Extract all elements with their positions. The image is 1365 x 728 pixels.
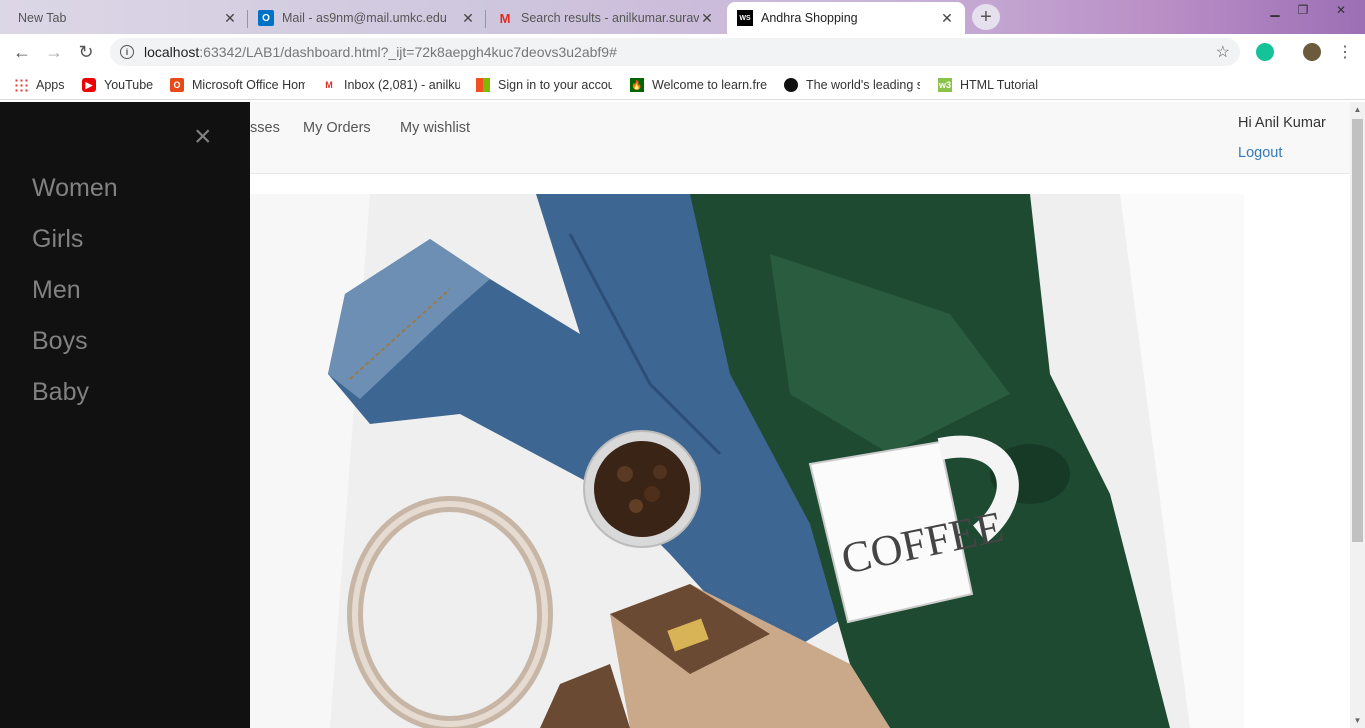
outlook-icon: O (258, 10, 274, 26)
bookmark-label: Sign in to your accou (498, 78, 612, 92)
close-icon[interactable]: ✕ (939, 10, 955, 27)
scrollbar-thumb[interactable] (1352, 119, 1363, 542)
bookmark-inbox[interactable]: M Inbox (2,081) - anilku (322, 76, 460, 94)
bookmark-office[interactable]: O Microsoft Office Hom (170, 76, 305, 94)
office-icon: O (170, 78, 184, 92)
avatar[interactable] (1303, 43, 1321, 61)
bookmark-label: Welcome to learn.fre (652, 78, 767, 92)
gmail-icon: M (325, 80, 333, 90)
close-icon[interactable]: ✕ (460, 10, 476, 27)
github-icon (784, 78, 798, 92)
sidenav-item-baby[interactable]: Baby (32, 378, 89, 407)
tab-andhra-shopping[interactable]: WS Andhra Shopping ✕ (727, 2, 965, 34)
info-icon[interactable]: i (120, 45, 134, 59)
bookmark-apps[interactable]: Apps (14, 76, 65, 94)
bookmark-label: HTML Tutorial (960, 78, 1039, 92)
hero-image: COFFEE (250, 194, 1244, 728)
url-path: :63342/LAB1/dashboard.html?_ijt=72k8aepg… (199, 44, 617, 60)
page-scrollbar[interactable]: ▲ ▼ (1350, 102, 1365, 728)
tab-title: Mail - as9nm@mail.umkc.edu (282, 11, 447, 25)
bookmark-star-icon[interactable]: ☆ (1216, 42, 1230, 62)
bookmark-github[interactable]: The world's leading s (784, 76, 920, 94)
sidenav-item-girls[interactable]: Girls (32, 225, 83, 254)
tab-title: New Tab (18, 11, 67, 25)
tab-search-results[interactable]: M Search results - anilkumar.surava ✕ (487, 2, 725, 34)
microsoft-icon (476, 78, 490, 92)
bookmark-label: YouTube (104, 78, 154, 92)
close-icon[interactable]: ✕ (699, 10, 715, 27)
bookmark-html-tutorial[interactable]: w3 HTML Tutorial (938, 76, 1038, 94)
side-nav: × Women Girls Men Boys Baby (0, 102, 250, 728)
nav-link-my-wishlist[interactable]: My wishlist (400, 120, 470, 136)
scroll-down-icon[interactable]: ▼ (1350, 713, 1365, 728)
ws-icon: WS (737, 10, 753, 26)
bookmark-freecodecamp[interactable]: 🔥 Welcome to learn.fre (630, 76, 767, 94)
sidenav-item-women[interactable]: Women (32, 174, 118, 203)
bookmark-label: Apps (36, 78, 65, 92)
page-viewport: sses My Orders My wishlist Hi Anil Kumar… (0, 102, 1365, 728)
tab-strip: New Tab ✕ O Mail - as9nm@mail.umkc.edu ✕… (0, 0, 1365, 34)
address-bar[interactable]: i localhost:63342/LAB1/dashboard.html?_i… (110, 38, 1240, 66)
gmail-icon: M (499, 10, 511, 26)
logout-link[interactable]: Logout (1238, 145, 1282, 161)
grammarly-icon[interactable] (1256, 43, 1274, 61)
bookmarks-bar: Apps ▶ YouTube O Microsoft Office Hom M … (0, 70, 1365, 100)
close-icon[interactable]: ✕ (222, 10, 238, 27)
w3schools-icon: w3 (938, 78, 952, 92)
minimize-icon[interactable]: ▁ (1260, 0, 1290, 20)
sidenav-item-men[interactable]: Men (32, 276, 81, 305)
apps-grid-icon (14, 78, 28, 92)
window-close-icon[interactable]: ✕ (1322, 0, 1360, 20)
nav-link-my-orders[interactable]: My Orders (303, 120, 371, 136)
close-icon[interactable]: × (194, 122, 212, 152)
nav-link-classes[interactable]: sses (250, 120, 280, 136)
bookmark-sign-in[interactable]: Sign in to your accou (476, 76, 612, 94)
user-greeting: Hi Anil Kumar (1238, 115, 1326, 131)
bookmark-label: Microsoft Office Hom (192, 78, 305, 92)
tab-mail[interactable]: O Mail - as9nm@mail.umkc.edu ✕ (248, 2, 486, 34)
tab-title: Search results - anilkumar.surava (521, 11, 699, 25)
menu-icon[interactable]: ⋮ (1333, 41, 1357, 63)
bookmark-label: The world's leading s (806, 78, 920, 92)
browser-toolbar: ← → ↻ i localhost:63342/LAB1/dashboard.h… (0, 34, 1365, 70)
url-host: localhost (144, 44, 200, 60)
back-icon[interactable]: ← (10, 41, 34, 63)
tab-new-tab[interactable]: New Tab ✕ (8, 2, 248, 34)
bookmark-label: Inbox (2,081) - anilku (344, 78, 460, 92)
flatlay-photo: COFFEE (250, 194, 1244, 728)
forward-icon[interactable]: → (42, 41, 66, 63)
freecodecamp-icon: 🔥 (630, 78, 644, 92)
bookmark-youtube[interactable]: ▶ YouTube (82, 76, 153, 94)
new-tab-button[interactable]: + (972, 4, 1000, 30)
restore-icon[interactable]: ❐ (1288, 0, 1318, 20)
youtube-icon: ▶ (82, 78, 96, 92)
tab-title: Andhra Shopping (761, 11, 858, 25)
sidenav-item-boys[interactable]: Boys (32, 327, 88, 356)
reload-icon[interactable]: ↻ (74, 41, 98, 63)
scroll-up-icon[interactable]: ▲ (1350, 102, 1365, 117)
